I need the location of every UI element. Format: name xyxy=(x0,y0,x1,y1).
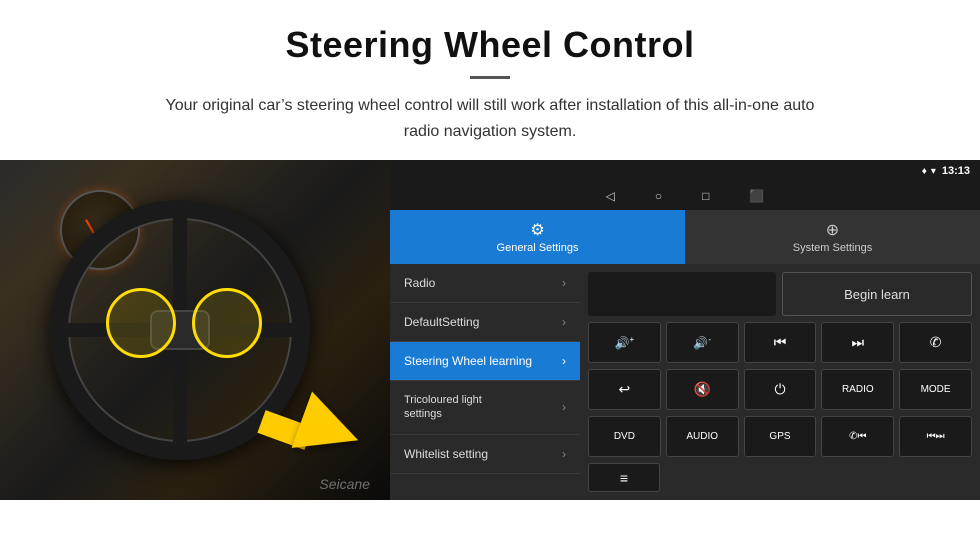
nav-home-icon[interactable]: ○ xyxy=(655,189,662,203)
prev-track-button[interactable]: ⏮ xyxy=(744,322,817,363)
status-icons: ♦ ▾ xyxy=(922,166,936,177)
menu-item-tricoloured-label: Tricoloured lightsettings xyxy=(404,393,482,422)
next-track-icon: ⏭ xyxy=(851,334,864,351)
button-row-3: DVD AUDIO GPS ✆⏮ ⏮⏭ xyxy=(588,416,972,457)
dvd-button[interactable]: DVD xyxy=(588,416,661,457)
arrow-overlay xyxy=(260,400,360,460)
menu-chevron-tricoloured: › xyxy=(562,400,566,414)
power-icon: ⏻ xyxy=(774,381,785,398)
gps-button[interactable]: GPS xyxy=(744,416,817,457)
next-track-button[interactable]: ⏭ xyxy=(821,322,894,363)
back-icon: ↩ xyxy=(619,381,631,398)
dvd-label: DVD xyxy=(614,431,635,442)
top-row: Begin learn xyxy=(588,272,972,316)
arrow-head xyxy=(292,392,369,469)
vol-down-icon: 🔊- xyxy=(693,335,711,350)
vol-up-icon: 🔊+ xyxy=(615,335,635,350)
menu-item-whitelist-label: Whitelist setting xyxy=(404,447,488,461)
car-image-section: Seicane xyxy=(0,160,390,500)
wifi-icon: ▾ xyxy=(931,166,936,177)
button-row-1: 🔊+ 🔊- ⏮ ⏭ ✆ xyxy=(588,322,972,363)
phone-icon: ✆ xyxy=(930,334,942,351)
nav-recent-icon[interactable]: □ xyxy=(702,189,709,203)
radio-button[interactable]: RADIO xyxy=(821,369,894,410)
menu-grid-icon: ≡ xyxy=(620,470,628,486)
menu-item-steering-label: Steering Wheel learning xyxy=(404,354,532,368)
back-button[interactable]: ↩ xyxy=(588,369,661,410)
prev-next-button[interactable]: ⏮⏭ xyxy=(899,416,972,457)
system-settings-icon: ⊕ xyxy=(826,220,839,240)
menu-chevron-radio: › xyxy=(562,276,566,290)
status-time: 13:13 xyxy=(942,165,970,177)
menu-chevron-steering: › xyxy=(562,354,566,368)
tab-system-settings-label: System Settings xyxy=(793,242,872,254)
menu-item-default-label: DefaultSetting xyxy=(404,315,479,329)
menu-item-tricoloured[interactable]: Tricoloured lightsettings › xyxy=(390,381,580,435)
gps-label: GPS xyxy=(769,431,790,442)
empty-input-box xyxy=(588,272,776,316)
audio-label: AUDIO xyxy=(686,431,718,442)
menu-item-radio-label: Radio xyxy=(404,276,435,290)
tab-general-settings-label: General Settings xyxy=(497,242,579,254)
tab-system-settings[interactable]: ⊕ System Settings xyxy=(685,210,980,264)
page-title: Steering Wheel Control xyxy=(60,24,920,66)
power-button[interactable]: ⏻ xyxy=(744,369,817,410)
phone-prev-icon: ✆⏮ xyxy=(849,431,866,442)
nav-menu-icon[interactable]: ⬛ xyxy=(749,189,764,203)
audio-button[interactable]: AUDIO xyxy=(666,416,739,457)
sw-btn-cluster-right xyxy=(192,288,262,358)
begin-learn-label: Begin learn xyxy=(844,287,910,302)
mute-button[interactable]: 🔇 xyxy=(666,369,739,410)
prev-next-icon: ⏮⏭ xyxy=(927,431,945,442)
status-bar: ♦ ▾ 13:13 xyxy=(390,160,980,182)
top-tabs: ⚙ General Settings ⊕ System Settings xyxy=(390,210,980,264)
watermark: Seicane xyxy=(319,476,370,492)
button-row-2: ↩ 🔇 ⏻ RADIO MODE xyxy=(588,369,972,410)
left-menu: Radio › DefaultSetting › Steering Wheel … xyxy=(390,264,580,500)
begin-learn-button[interactable]: Begin learn xyxy=(782,272,972,316)
mode-button[interactable]: MODE xyxy=(899,369,972,410)
main-content: Radio › DefaultSetting › Steering Wheel … xyxy=(390,264,980,500)
subtitle-text: Your original car’s steering wheel contr… xyxy=(150,93,830,144)
menu-chevron-default: › xyxy=(562,315,566,329)
vol-down-button[interactable]: 🔊- xyxy=(666,322,739,363)
menu-item-whitelist[interactable]: Whitelist setting › xyxy=(390,435,580,474)
phone-prev-button[interactable]: ✆⏮ xyxy=(821,416,894,457)
general-settings-icon: ⚙ xyxy=(530,220,544,240)
phone-button[interactable]: ✆ xyxy=(899,322,972,363)
menu-item-steering-wheel[interactable]: Steering Wheel learning › xyxy=(390,342,580,381)
menu-chevron-whitelist: › xyxy=(562,447,566,461)
menu-grid-button[interactable]: ≡ xyxy=(588,463,660,492)
prev-track-icon: ⏮ xyxy=(774,334,787,351)
menu-item-default-setting[interactable]: DefaultSetting › xyxy=(390,303,580,342)
content-row: Seicane ♦ ▾ 13:13 ◁ ○ □ ⬛ ⚙ xyxy=(0,160,980,500)
tab-general-settings[interactable]: ⚙ General Settings xyxy=(390,210,685,264)
radio-label: RADIO xyxy=(842,384,874,395)
nav-bar: ◁ ○ □ ⬛ xyxy=(390,182,980,210)
page-container: Steering Wheel Control Your original car… xyxy=(0,0,980,500)
title-divider xyxy=(470,76,510,79)
mute-icon: 🔇 xyxy=(693,381,710,398)
button-row-4: ≡ xyxy=(588,463,972,492)
location-icon: ♦ xyxy=(922,166,927,177)
menu-item-radio[interactable]: Radio › xyxy=(390,264,580,303)
sw-btn-cluster-left xyxy=(106,288,176,358)
nav-back-icon[interactable]: ◁ xyxy=(606,189,615,203)
header-section: Steering Wheel Control Your original car… xyxy=(0,0,980,160)
vol-up-button[interactable]: 🔊+ xyxy=(588,322,661,363)
right-panel: Begin learn 🔊+ 🔊- ⏮ xyxy=(580,264,980,500)
device-ui: ♦ ▾ 13:13 ◁ ○ □ ⬛ ⚙ General Settings ⊕ xyxy=(390,160,980,500)
mode-label: MODE xyxy=(921,384,951,395)
